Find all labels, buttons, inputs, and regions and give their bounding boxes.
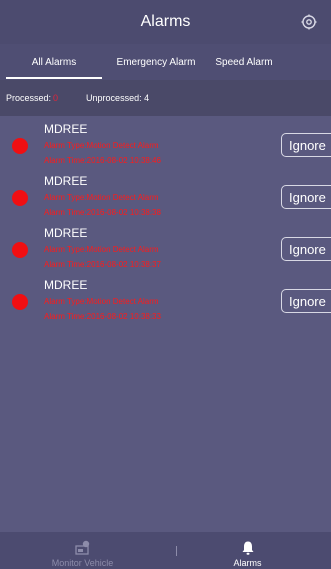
nav-monitor-vehicle-label: Monitor Vehicle — [51, 558, 114, 568]
page-title: Alarms — [140, 13, 191, 30]
alarm-list-item[interactable]: MDREE Alarm Type:Motion Detect Alarm Ala… — [0, 172, 331, 224]
ignore-button[interactable]: Ignore — [281, 133, 331, 157]
settings-button[interactable] — [299, 12, 319, 32]
alarm-type: Alarm Type:Motion Detect Alarm — [44, 245, 159, 254]
alarm-indicator-dot — [12, 138, 28, 154]
alarm-time: Alarm Time:2016-08-02 10:38:37 — [44, 260, 161, 269]
alarm-list-item[interactable]: MDREE Alarm Type:Motion Detect Alarm Ala… — [0, 120, 331, 172]
alarm-list: MDREE Alarm Type:Motion Detect Alarm Ala… — [0, 120, 331, 328]
tab-speed-alarm[interactable]: Speed Alarm — [204, 44, 284, 80]
alarm-vehicle-name: MDREE — [44, 226, 88, 240]
alarm-type: Alarm Type:Motion Detect Alarm — [44, 193, 159, 202]
nav-divider — [176, 546, 177, 556]
alarm-vehicle-name: MDREE — [44, 174, 88, 188]
nav-monitor-vehicle[interactable]: Monitor Vehicle — [0, 532, 165, 569]
alarm-time: Alarm Time:2016-08-02 10:38:46 — [44, 156, 161, 165]
unprocessed-status: Unprocessed: 4 — [86, 93, 150, 103]
alarm-vehicle-name: MDREE — [44, 122, 88, 136]
alarm-indicator-dot — [12, 190, 28, 206]
alarms-screen: Alarms All Alarms Emergency Alarm Speed … — [0, 0, 331, 569]
alarm-vehicle-name: MDREE — [44, 278, 88, 292]
alarm-type: Alarm Type:Motion Detect Alarm — [44, 297, 159, 306]
alarm-time: Alarm Time:2016-08-02 10:38:33 — [44, 312, 161, 321]
nav-alarms[interactable]: Alarms — [165, 532, 330, 569]
alarm-list-item[interactable]: MDREE Alarm Type:Motion Detect Alarm Ala… — [0, 276, 331, 328]
alarm-time: Alarm Time:2016-08-02 10:38:38 — [44, 208, 161, 217]
gear-icon — [301, 14, 317, 30]
ignore-button[interactable]: Ignore — [281, 237, 331, 261]
processed-status: Processed: 0 — [6, 93, 58, 103]
monitor-vehicle-icon — [74, 540, 89, 555]
ignore-button[interactable]: Ignore — [281, 289, 331, 313]
processed-count: 0 — [53, 93, 59, 103]
alarm-indicator-dot — [12, 294, 28, 310]
alarm-status-bar: Processed: 0 Unprocessed: 4 — [0, 80, 331, 116]
tab-all-alarms[interactable]: All Alarms — [0, 44, 108, 80]
alarm-type: Alarm Type:Motion Detect Alarm — [44, 141, 159, 150]
alarm-tabs: All Alarms Emergency Alarm Speed Alarm — [0, 44, 331, 80]
bottom-navigation: Monitor Vehicle Alarms — [0, 532, 331, 569]
header-bar: Alarms — [0, 0, 331, 44]
processed-label: Processed: — [6, 93, 52, 103]
nav-alarms-label: Alarms — [233, 558, 262, 568]
alarm-list-item[interactable]: MDREE Alarm Type:Motion Detect Alarm Ala… — [0, 224, 331, 276]
tab-emergency-alarm[interactable]: Emergency Alarm — [108, 44, 204, 80]
bell-icon — [242, 541, 253, 555]
alarm-indicator-dot — [12, 242, 28, 258]
ignore-button[interactable]: Ignore — [281, 185, 331, 209]
